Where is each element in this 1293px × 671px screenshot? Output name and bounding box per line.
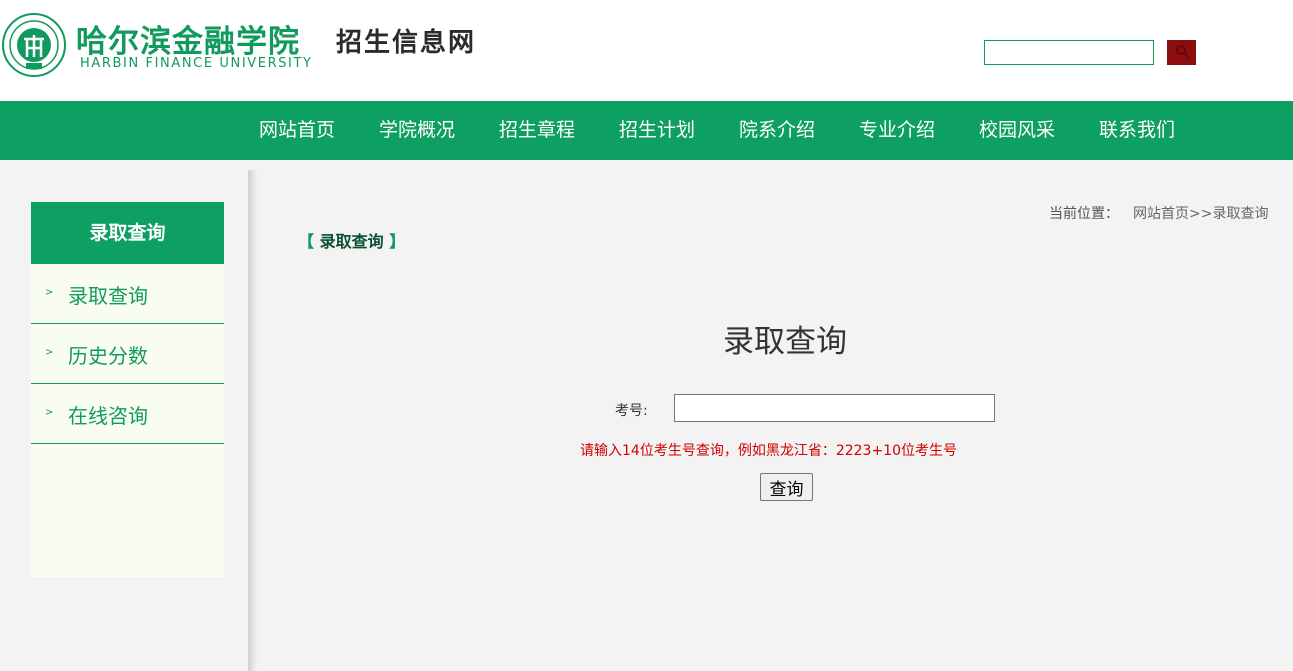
magnifier-icon xyxy=(1175,45,1189,58)
bracket-close: 】 xyxy=(389,232,406,251)
nav-item-plan[interactable]: 招生计划 xyxy=(619,101,695,160)
chevron-right-icon: > xyxy=(45,347,54,358)
content-divider xyxy=(248,170,258,671)
section-title-text: 录取查询 xyxy=(319,232,384,251)
breadcrumb-path[interactable]: 网站首页>>录取查询 xyxy=(1133,206,1268,222)
input-hint: 请输入14位考生号查询，例如黑龙江省：2223+10位考生号 xyxy=(580,443,957,459)
university-seal-icon xyxy=(2,13,66,77)
sidebar-item-history-scores[interactable]: > 历史分数 xyxy=(31,324,224,384)
sidebar-item-online-consult[interactable]: > 在线咨询 xyxy=(31,384,224,444)
section-title: 【 录取查询 】 xyxy=(298,228,405,252)
exam-number-label: 考号: xyxy=(615,403,648,419)
breadcrumb-prefix: 当前位置： xyxy=(1049,206,1119,222)
main-nav: 网站首页 学院概况 招生章程 招生计划 院系介绍 专业介绍 校园风采 联系我们 xyxy=(0,101,1293,160)
site-subtitle: 招生信息网 xyxy=(336,28,477,58)
sidebar-title: 录取查询 xyxy=(31,202,224,264)
nav-item-charter[interactable]: 招生章程 xyxy=(499,101,575,160)
nav-item-contact[interactable]: 联系我们 xyxy=(1099,101,1175,160)
sidebar-item-admission-query[interactable]: > 录取查询 xyxy=(31,264,224,324)
sidebar-item-label: 在线咨询 xyxy=(68,404,148,428)
sidebar: 录取查询 > 录取查询 > 历史分数 > 在线咨询 xyxy=(31,202,224,577)
sidebar-item-label: 录取查询 xyxy=(68,284,148,308)
nav-item-majors[interactable]: 专业介绍 xyxy=(859,101,935,160)
header: 哈尔滨金融学院 HARBIN FINANCE UNIVERSITY 招生信息网 xyxy=(0,0,1293,101)
logo-text-cn: 哈尔滨金融学院 xyxy=(76,24,300,60)
query-button[interactable]: 查询 xyxy=(760,473,813,501)
chevron-right-icon: > xyxy=(45,407,54,418)
nav-item-home[interactable]: 网站首页 xyxy=(259,101,335,160)
breadcrumb: 当前位置： 网站首页>>录取查询 xyxy=(1049,203,1268,223)
bracket-open: 【 xyxy=(298,232,315,251)
search-button[interactable] xyxy=(1167,40,1196,65)
logo-text-en: HARBIN FINANCE UNIVERSITY xyxy=(80,56,313,71)
page-title: 录取查询 xyxy=(723,324,847,360)
sidebar-item-label: 历史分数 xyxy=(68,344,148,368)
exam-number-input[interactable] xyxy=(674,394,995,422)
search-input[interactable] xyxy=(984,40,1154,65)
nav-item-overview[interactable]: 学院概况 xyxy=(379,101,455,160)
chevron-right-icon: > xyxy=(45,287,54,298)
nav-item-campus[interactable]: 校园风采 xyxy=(979,101,1055,160)
nav-item-departments[interactable]: 院系介绍 xyxy=(739,101,815,160)
